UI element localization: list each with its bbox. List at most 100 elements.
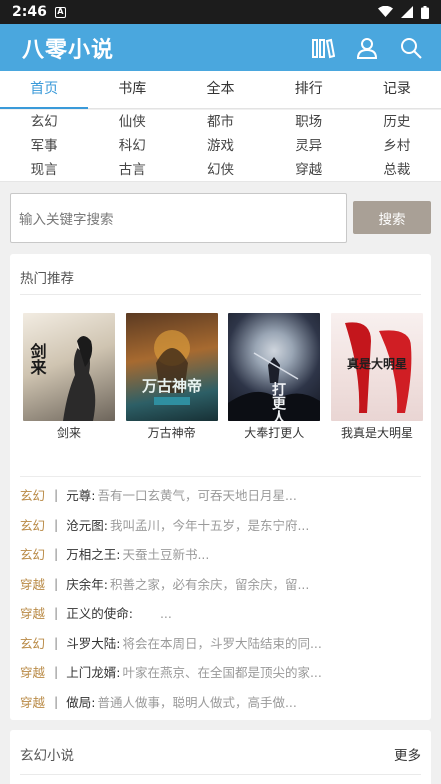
book-desc[interactable]: 天蚕土豆新书... xyxy=(122,544,209,563)
genre-tag[interactable]: 玄幻 xyxy=(20,515,50,534)
cover-title: 剑来 xyxy=(28,342,48,376)
category-link[interactable]: 现言 xyxy=(0,158,88,182)
book-desc[interactable]: 将会在本周日，斗罗大陆结束的同... xyxy=(122,633,321,652)
book-desc[interactable]: 我叫孟川，今年十五岁，是东宁府... xyxy=(110,515,309,534)
genre-tag[interactable]: 穿越 xyxy=(20,574,50,593)
list-item[interactable]: 穿越 | 庆余年: 积善之家，必有余庆，留余庆，留... xyxy=(20,569,420,599)
status-time: 2:46 xyxy=(12,4,47,20)
section-title: 热门推荐 xyxy=(20,271,74,287)
genre-tag[interactable]: 玄幻 xyxy=(20,544,50,563)
category-link[interactable]: 军事 xyxy=(0,134,88,158)
tab-ranking[interactable]: 排行 xyxy=(265,71,353,108)
book-card[interactable]: 打更人 大奉打更人 xyxy=(228,313,321,441)
hot-recommend-panel: 热门推荐 剑来 剑来 万古神帝 万古神帝 打更人 大奉打更人 真是大明星 我真是… xyxy=(10,254,431,720)
tab-history[interactable]: 记录 xyxy=(353,71,441,108)
book-desc[interactable]: 普通人做事，聪明人做式，高手做... xyxy=(97,692,296,711)
list-item[interactable]: 玄幻 | 沧元图: 我叫孟川，今年十五岁，是东宁府... xyxy=(20,510,420,540)
separator: | xyxy=(54,605,59,621)
genre-tag[interactable]: 穿越 xyxy=(20,692,50,711)
category-link[interactable]: 灵异 xyxy=(265,134,353,158)
xuanhuan-section: 玄幻小说 更多 xyxy=(10,730,431,784)
list-item[interactable]: 穿越 | 正义的使命: ... xyxy=(20,598,420,628)
book-desc[interactable]: 积善之家，必有余庆，留余庆，留... xyxy=(110,574,309,593)
status-icons xyxy=(378,5,429,19)
genre-tag[interactable]: 玄幻 xyxy=(20,485,50,504)
book-title[interactable]: 元尊: xyxy=(66,485,95,504)
category-link[interactable]: 玄幻 xyxy=(0,110,88,134)
book-desc[interactable]: 吾有一口玄黄气，可吞天地日月星... xyxy=(97,485,296,504)
search-input[interactable]: 输入关键字搜索 xyxy=(10,193,347,243)
book-title[interactable]: 庆余年: xyxy=(66,574,108,593)
book-desc[interactable]: ... xyxy=(135,603,172,622)
category-link[interactable]: 总裁 xyxy=(353,158,441,182)
book-card[interactable]: 万古神帝 万古神帝 xyxy=(125,313,218,441)
more-link[interactable]: 更多 xyxy=(394,744,421,764)
category-link[interactable]: 职场 xyxy=(265,110,353,134)
list-item[interactable]: 穿越 | 上门龙婿: 叶家在燕京、在全国都是顶尖的家... xyxy=(20,657,420,687)
book-name[interactable]: 剑来 xyxy=(23,424,115,441)
book-cover[interactable]: 万古神帝 xyxy=(125,313,218,421)
book-title[interactable]: 斗罗大陆: xyxy=(66,633,120,652)
book-card[interactable]: 剑来 剑来 xyxy=(23,313,115,441)
list-item[interactable]: 玄幻 | 元尊: 吾有一口玄黄气，可吞天地日月星... xyxy=(20,480,420,510)
tab-complete[interactable]: 全本 xyxy=(176,71,264,108)
wifi-icon xyxy=(378,6,393,17)
search-bar: 输入关键字搜索 搜索 xyxy=(10,193,431,243)
tab-library[interactable]: 书库 xyxy=(88,71,176,108)
list-item[interactable]: 玄幻 | 万相之王: 天蚕土豆新书... xyxy=(20,539,420,569)
category-link[interactable]: 乡村 xyxy=(353,134,441,158)
tab-home[interactable]: 首页 xyxy=(0,71,89,109)
book-title[interactable]: 上门龙婿: xyxy=(66,662,120,681)
category-link[interactable]: 科幻 xyxy=(88,134,176,158)
divider xyxy=(20,476,421,477)
search-button[interactable]: 搜索 xyxy=(353,201,431,234)
cover-title: 真是大明星 xyxy=(347,356,407,371)
cover-art: 真是大明星 xyxy=(344,322,412,413)
category-link[interactable]: 幻侠 xyxy=(176,158,264,182)
divider xyxy=(20,294,421,295)
book-title[interactable]: 沧元图: xyxy=(66,515,108,534)
separator: | xyxy=(54,575,59,591)
separator: | xyxy=(54,693,59,709)
book-title[interactable]: 万相之王: xyxy=(66,544,120,563)
book-covers: 剑来 剑来 万古神帝 万古神帝 打更人 大奉打更人 真是大明星 我真是大明星 xyxy=(23,313,423,441)
separator: | xyxy=(54,634,59,650)
book-cover[interactable]: 真是大明星 xyxy=(330,313,423,421)
category-link[interactable]: 古言 xyxy=(88,158,176,182)
genre-tag[interactable]: 玄幻 xyxy=(20,633,50,652)
category-link[interactable]: 穿越 xyxy=(265,158,353,182)
genre-tag[interactable]: 穿越 xyxy=(20,662,50,681)
book-card[interactable]: 真是大明星 我真是大明星 xyxy=(330,313,423,441)
book-name[interactable]: 万古神帝 xyxy=(126,424,218,441)
signal-icon xyxy=(401,6,413,18)
app-logo[interactable]: 八零小说 xyxy=(22,32,114,64)
header-actions xyxy=(311,36,423,60)
separator: | xyxy=(54,487,59,503)
list-item[interactable]: 玄幻 | 斗罗大陆: 将会在本周日，斗罗大陆结束的同... xyxy=(20,628,420,658)
cover-art: 万古神帝 xyxy=(141,330,202,405)
bookshelf-icon[interactable] xyxy=(311,36,335,60)
separator: | xyxy=(54,516,59,532)
category-link[interactable]: 游戏 xyxy=(176,134,264,158)
book-cover[interactable]: 剑来 xyxy=(23,313,115,421)
category-link[interactable]: 都市 xyxy=(176,110,264,134)
book-desc[interactable]: 叶家在燕京、在全国都是顶尖的家... xyxy=(122,662,321,681)
genre-tag[interactable]: 穿越 xyxy=(20,603,50,622)
list-item[interactable]: 穿越 | 做局: 普通人做事，聪明人做式，高手做... xyxy=(20,687,420,717)
user-icon[interactable] xyxy=(355,36,379,60)
main-tabs: 首页 书库 全本 排行 记录 xyxy=(0,71,441,109)
book-cover[interactable]: 打更人 xyxy=(228,313,321,421)
divider xyxy=(20,774,421,775)
book-name[interactable]: 我真是大明星 xyxy=(331,424,423,441)
cover-art: 打更人 xyxy=(228,352,321,421)
category-grid: 玄幻 仙侠 都市 职场 历史 军事 科幻 游戏 灵异 乡村 现言 古言 幻侠 穿… xyxy=(0,110,441,182)
book-title[interactable]: 做局: xyxy=(66,692,95,711)
search-icon[interactable] xyxy=(399,36,423,60)
status-bar: 2:46 A xyxy=(0,0,441,24)
cover-art: 剑来 xyxy=(28,336,96,421)
category-link[interactable]: 仙侠 xyxy=(88,110,176,134)
book-name[interactable]: 大奉打更人 xyxy=(228,424,320,441)
category-link[interactable]: 历史 xyxy=(353,110,441,134)
book-title[interactable]: 正义的使命: xyxy=(66,603,133,622)
cover-title: 打更人 xyxy=(270,381,286,421)
